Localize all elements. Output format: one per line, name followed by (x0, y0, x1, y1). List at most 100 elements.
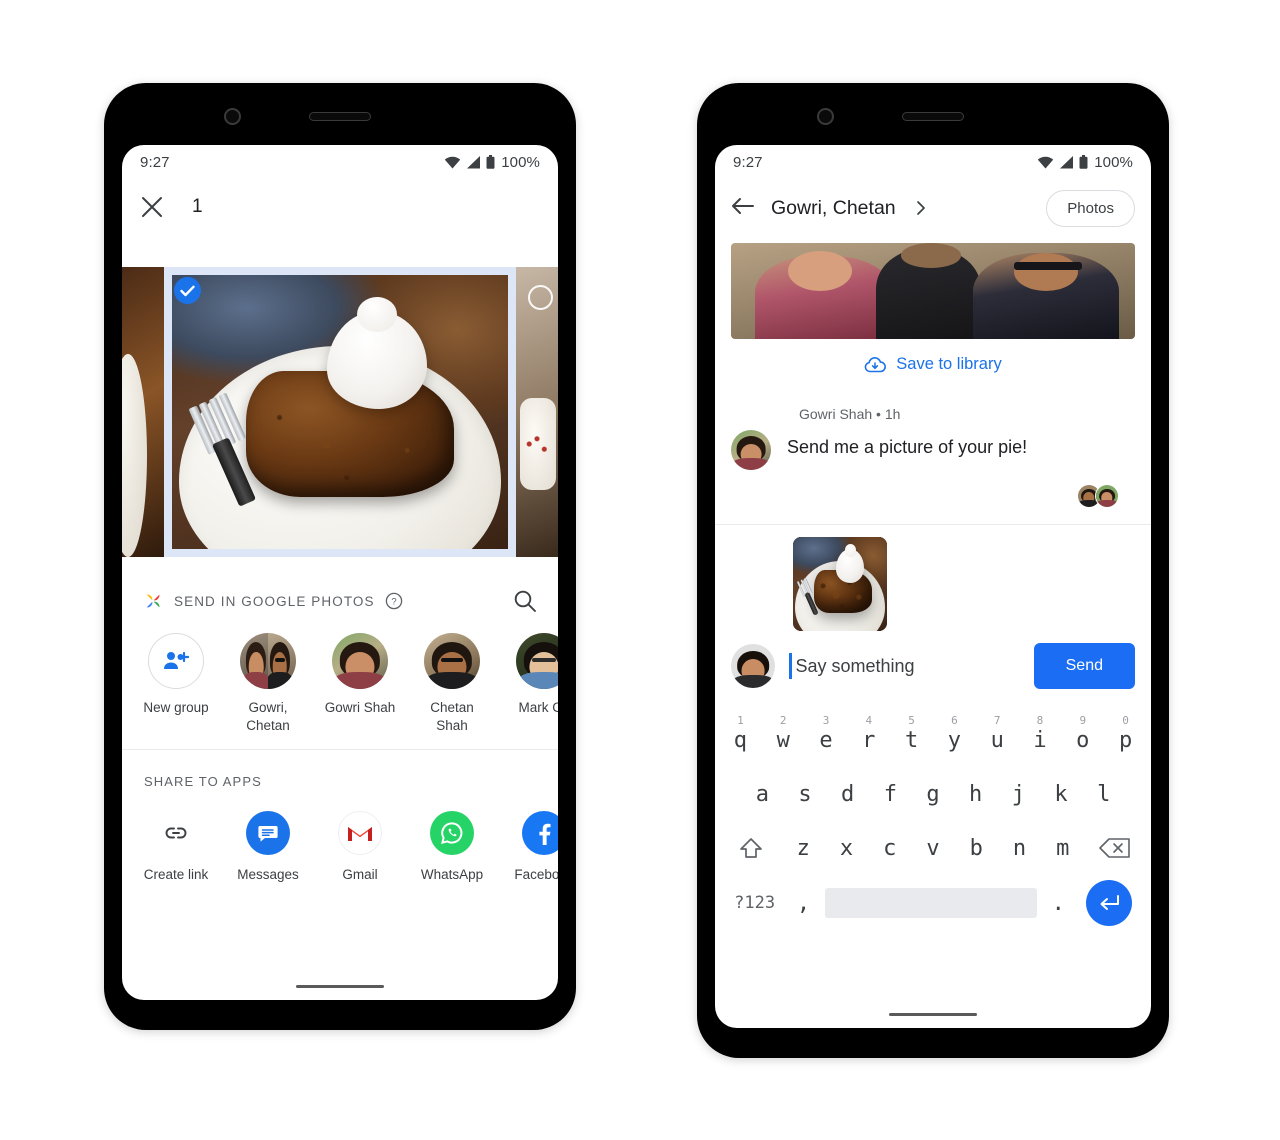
key-r[interactable]: 4r (847, 713, 890, 767)
key-x[interactable]: x (825, 821, 868, 875)
key-y[interactable]: 6y (933, 713, 976, 767)
key-a[interactable]: a (741, 767, 784, 821)
photos-button[interactable]: Photos (1046, 189, 1135, 227)
key-enter[interactable] (1080, 880, 1139, 926)
app-label: WhatsApp (420, 867, 484, 883)
message-input[interactable]: Say something (789, 653, 1020, 679)
app-messages[interactable]: Messages (230, 811, 306, 882)
contact-gowri-chetan[interactable]: Gowri, Chetan (230, 633, 306, 735)
key-q[interactable]: 1q (719, 713, 762, 767)
chevron-right-icon[interactable] (914, 200, 930, 216)
key-comma[interactable]: , (782, 876, 824, 930)
save-to-library-label: Save to library (896, 355, 1002, 373)
contact-new-group[interactable]: New group (138, 633, 214, 735)
key-number-hint: 3 (822, 714, 830, 727)
search-icon[interactable] (512, 588, 538, 614)
message-avatar[interactable] (731, 430, 771, 470)
photo-selected-tile[interactable] (164, 267, 516, 557)
contact-label: Chetan Shah (430, 700, 474, 734)
attached-photo-thumbnail[interactable] (793, 537, 887, 631)
section-title-send-in-photos: SEND IN GOOGLE PHOTOS (174, 593, 375, 609)
circle-outline-icon[interactable] (528, 285, 553, 310)
key-w[interactable]: 2w (762, 713, 805, 767)
app-label: Gmail (342, 867, 378, 883)
status-bar: 9:27 100% (122, 145, 558, 179)
key-m[interactable]: m (1041, 821, 1084, 875)
key-i[interactable]: 8i (1019, 713, 1062, 767)
contact-gowri-shah[interactable]: Gowri Shah (322, 633, 398, 735)
app-label: Create link (143, 867, 209, 883)
read-receipt-avatars (731, 470, 1135, 508)
help-circle-icon[interactable]: ? (385, 592, 403, 610)
close-icon[interactable] (140, 195, 164, 219)
wifi-icon (1038, 156, 1054, 168)
key-number-hint: 6 (951, 714, 958, 727)
app-gmail[interactable]: Gmail (322, 811, 398, 882)
key-u[interactable]: 7u (976, 713, 1019, 767)
keyboard-row-4: ?123 , . (719, 875, 1147, 931)
key-e[interactable]: 3e (805, 713, 848, 767)
avatar (1095, 484, 1119, 508)
contact-shortcut-row[interactable]: New group Gowri, Chetan Gowri Shah Cheta… (122, 633, 558, 735)
conversation-photo-selfie[interactable] (731, 243, 1135, 339)
key-h[interactable]: h (954, 767, 997, 821)
keyboard-row-2: a s d f g h j k l (719, 767, 1147, 821)
key-label: i (1033, 727, 1047, 753)
front-camera-icon (817, 108, 834, 125)
key-z[interactable]: z (782, 821, 825, 875)
screen-share-sheet: 9:27 100% 1 SEND IN GOOGLE PHOTOS ? New … (122, 145, 558, 1000)
contact-chetan-shah[interactable]: Chetan Shah (414, 633, 490, 735)
key-l[interactable]: l (1082, 767, 1125, 821)
app-create-link[interactable]: Create link (138, 811, 214, 882)
key-s[interactable]: s (784, 767, 827, 821)
key-g[interactable]: g (912, 767, 955, 821)
home-gesture-bar[interactable] (889, 1013, 977, 1016)
contact-label: Mark Ch (518, 700, 558, 715)
check-icon[interactable] (174, 277, 201, 304)
key-label: w (776, 727, 790, 753)
shift-icon[interactable] (721, 821, 782, 875)
app-facebook[interactable]: Facebook (506, 811, 558, 882)
wifi-icon (445, 156, 461, 168)
save-to-library-link[interactable]: Save to library (715, 339, 1151, 384)
contact-label: Gowri Shah (324, 700, 396, 715)
key-number-hint: 5 (908, 714, 915, 727)
key-symbols[interactable]: ?123 (727, 876, 782, 930)
key-period[interactable]: . (1037, 876, 1079, 930)
key-b[interactable]: b (955, 821, 998, 875)
avatar (516, 633, 558, 689)
key-label: r (862, 727, 876, 753)
key-j[interactable]: j (997, 767, 1040, 821)
backspace-icon[interactable] (1084, 821, 1145, 875)
whatsapp-icon (430, 811, 474, 856)
key-number-hint: 2 (779, 714, 787, 727)
key-c[interactable]: c (868, 821, 911, 875)
selection-count: 1 (192, 196, 203, 217)
photo-image-pie (172, 275, 508, 549)
key-k[interactable]: k (1040, 767, 1083, 821)
battery-percent: 100% (501, 153, 540, 171)
key-f[interactable]: f (869, 767, 912, 821)
photo-thumbnail-next[interactable] (516, 267, 558, 557)
earpiece-speaker (902, 112, 964, 121)
key-t[interactable]: 5t (890, 713, 933, 767)
key-label: y (947, 727, 962, 753)
conversation-header: Gowri, Chetan Photos (715, 179, 1151, 237)
key-v[interactable]: v (911, 821, 954, 875)
conversation-title[interactable]: Gowri, Chetan (771, 197, 896, 220)
facebook-icon (522, 811, 558, 856)
contact-mark-ch[interactable]: Mark Ch (506, 633, 558, 735)
key-o[interactable]: 9o (1061, 713, 1104, 767)
key-n[interactable]: n (998, 821, 1041, 875)
phone-bezel-top (104, 83, 576, 145)
home-gesture-bar[interactable] (296, 985, 384, 988)
gmail-icon (338, 811, 382, 856)
send-button[interactable]: Send (1033, 643, 1135, 689)
key-d[interactable]: d (826, 767, 869, 821)
key-p[interactable]: 0p (1104, 713, 1147, 767)
photo-thumbnail-previous[interactable] (122, 267, 164, 557)
key-space[interactable] (824, 876, 1038, 930)
app-whatsapp[interactable]: WhatsApp (414, 811, 490, 882)
share-apps-row[interactable]: Create link Messages Gmail WhatsApp Face… (122, 789, 558, 882)
back-arrow-icon[interactable] (731, 196, 755, 220)
